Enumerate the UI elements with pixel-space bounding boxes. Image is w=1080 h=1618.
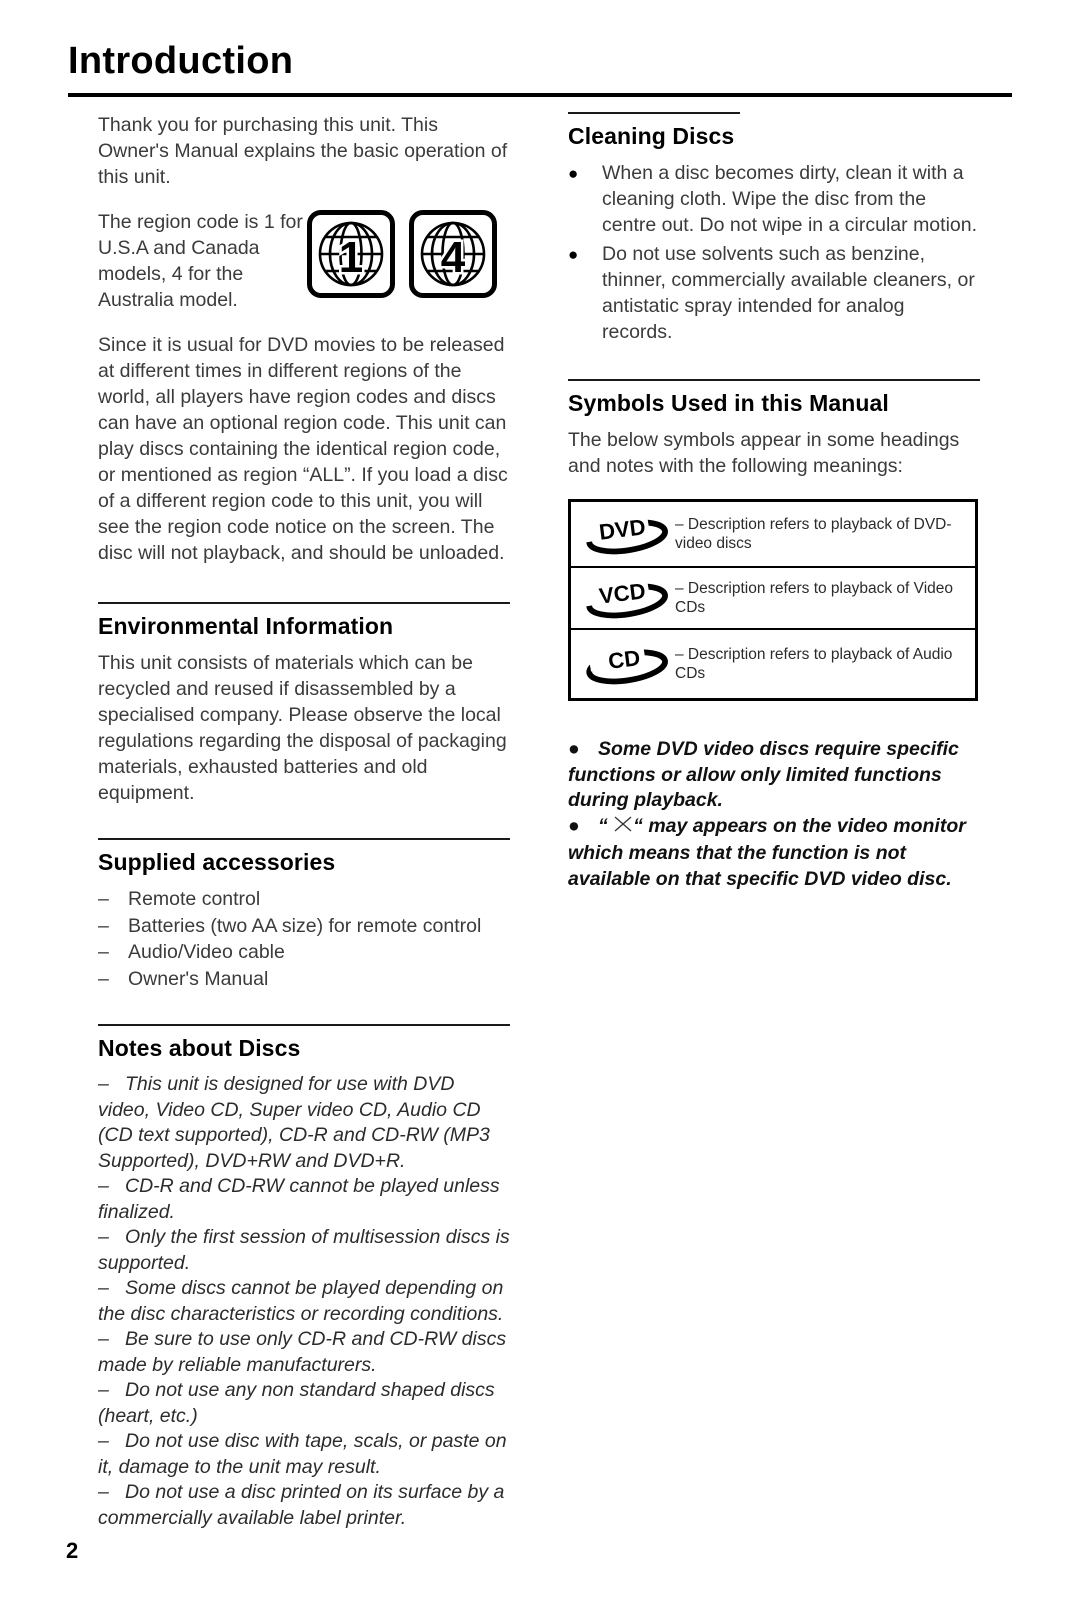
disc-note-text: Some discs cannot be played depending on… (98, 1277, 504, 1325)
disc-note-text: CD-R and CD-RW cannot be played unless f… (98, 1175, 500, 1223)
page-title: Introduction (68, 40, 294, 82)
cd-logo-icon: CD (571, 635, 675, 693)
cleaning-discs-item: ● Do not use solvents such as benzine, th… (568, 241, 980, 345)
symbols-used-heading: Symbols Used in this Manual (568, 390, 889, 416)
table-row: VCD – Description refers to playback of … (571, 568, 975, 630)
bullet-icon: ● (568, 164, 579, 183)
quote-open: “ (598, 814, 608, 837)
list-item: – Batteries (two AA size) for remote cont… (98, 913, 510, 940)
dash-marker: – (98, 888, 109, 910)
disc-note-text: Do not use disc with tape, scals, or pas… (98, 1430, 507, 1478)
environmental-heading: Environmental Information (98, 613, 394, 639)
region-badges: 1 4 (307, 210, 497, 298)
section-divider (98, 602, 510, 604)
environmental-information-section: Environmental Information This unit cons… (98, 602, 510, 806)
symbols-used-section: Symbols Used in this Manual The below sy… (568, 379, 980, 701)
dash-marker: – (98, 967, 109, 990)
disc-note-text: Be sure to use only CD-R and CD-RW discs… (98, 1328, 507, 1376)
list-item: – Owner's Manual (98, 966, 510, 993)
disc-note-text: Do not use a disc printed on its surface… (98, 1481, 505, 1529)
disc-note-text: Only the first session of multisession d… (98, 1226, 510, 1274)
disc-note: – Some discs cannot be played depending o… (98, 1276, 510, 1327)
disc-note: – Do not use a disc printed on its surfac… (98, 1480, 510, 1531)
dash-marker: – (98, 1073, 109, 1095)
title-divider (68, 93, 1012, 97)
table-cell-description: – Description refers to playback of Audi… (675, 646, 953, 682)
section-divider (568, 112, 740, 114)
notes-about-discs-heading: Notes about Discs (98, 1035, 301, 1061)
cleaning-discs-section: Cleaning Discs ● When a disc becomes dirt… (568, 112, 980, 345)
list-item-label: Owner's Manual (128, 967, 269, 990)
bullet-icon: ● (568, 814, 580, 837)
list-item: – Audio/Video cable (98, 939, 510, 966)
table-cell-description: – Description refers to playback of DVD-… (675, 516, 952, 552)
environmental-paragraph: This unit consists of materials which ca… (98, 652, 507, 804)
svg-text:4: 4 (441, 233, 466, 282)
region-explanation-paragraph: Since it is usual for DVD movies to be r… (98, 334, 508, 564)
dash-marker: – (98, 1277, 109, 1299)
bullet-icon: ● (568, 245, 579, 264)
notes-about-discs-section: Notes about Discs – This unit is designed… (98, 1024, 510, 1531)
svg-text:DVD: DVD (598, 514, 647, 544)
symbols-table: DVD – Description refers to playback of … (568, 499, 978, 701)
emphasis-note-text: Some DVD video discs require specific fu… (568, 738, 959, 811)
disc-note: – CD-R and CD-RW cannot be played unless … (98, 1174, 510, 1225)
dash-marker: – (98, 1328, 109, 1350)
region-code-text: The region code is 1 for U.S.A and Canad… (98, 211, 303, 311)
page-number: 2 (66, 1538, 79, 1563)
list-item-label: Audio/Video cable (128, 941, 285, 963)
manual-page: Introduction Thank you for purchasing th… (0, 0, 1080, 1618)
svg-text:1: 1 (339, 233, 363, 282)
cleaning-discs-heading: Cleaning Discs (568, 123, 735, 149)
section-divider (568, 379, 980, 381)
disc-note-text: Do not use any non standard shaped discs… (98, 1379, 495, 1427)
cleaning-discs-item: ● When a disc becomes dirty, clean it wit… (568, 160, 980, 238)
dash-marker: – (98, 1481, 109, 1503)
emphasis-notes-block: ● Some DVD video discs require specific f… (568, 737, 980, 892)
supplied-accessories-list: – Remote control – Batteries (two AA size)… (98, 886, 510, 992)
intro-paragraph: Thank you for purchasing this unit. This… (98, 114, 508, 188)
list-item-label: Remote control (128, 888, 261, 910)
region-code-block: The region code is 1 for U.S.A and Canad… (98, 209, 510, 313)
table-row: CD – Description refers to playback of A… (571, 630, 975, 698)
globe-region-4-icon: 4 (409, 210, 497, 298)
supplied-accessories-heading: Supplied accessories (98, 849, 336, 875)
dash-marker: – (98, 941, 109, 963)
disc-note: – Do not use any non standard shaped disc… (98, 1378, 510, 1429)
dash-marker: – (98, 1430, 109, 1452)
emphasis-note: ● Some DVD video discs require specific f… (568, 737, 980, 814)
list-item: – Remote control (98, 886, 510, 913)
dash-marker: – (98, 914, 109, 937)
symbols-used-intro: The below symbols appear in some heading… (568, 429, 960, 477)
disc-note-text: This unit is designed for use with DVD v… (98, 1073, 490, 1172)
disc-note: – Be sure to use only CD-R and CD-RW disc… (98, 1327, 510, 1378)
cleaning-discs-item-text: Do not use solvents such as benzine, thi… (602, 243, 975, 343)
table-cell-description: – Description refers to playback of Vide… (675, 580, 954, 616)
emphasis-note: ● “ “ may appears on the video monitor wh… (568, 814, 980, 893)
disc-note: – Do not use disc with tape, scals, or pa… (98, 1429, 510, 1480)
cleaning-discs-item-text: When a disc becomes dirty, clean it with… (602, 162, 978, 236)
left-column: Thank you for purchasing this unit. This… (98, 112, 510, 1531)
disc-note: – Only the first session of multisession … (98, 1225, 510, 1276)
section-divider (98, 838, 510, 840)
globe-region-1-icon: 1 (307, 210, 395, 298)
dvd-logo-icon: DVD (571, 505, 675, 563)
right-column: Cleaning Discs ● When a disc becomes dirt… (568, 112, 980, 892)
svg-text:CD: CD (607, 645, 642, 674)
list-item-label: Batteries (two AA size) for remote contr… (128, 914, 482, 937)
dash-marker: – (98, 1379, 109, 1401)
svg-text:VCD: VCD (598, 578, 647, 608)
supplied-accessories-section: Supplied accessories – Remote control – Ba… (98, 838, 510, 992)
dash-marker: – (98, 1226, 109, 1248)
dash-marker: – (98, 1175, 109, 1197)
table-row: DVD – Description refers to playback of … (571, 502, 975, 568)
x-mark-icon (613, 814, 633, 842)
vcd-logo-icon: VCD (571, 569, 675, 627)
disc-note: – This unit is designed for use with DVD … (98, 1072, 510, 1174)
bullet-icon: ● (568, 738, 580, 760)
section-divider (98, 1024, 510, 1026)
